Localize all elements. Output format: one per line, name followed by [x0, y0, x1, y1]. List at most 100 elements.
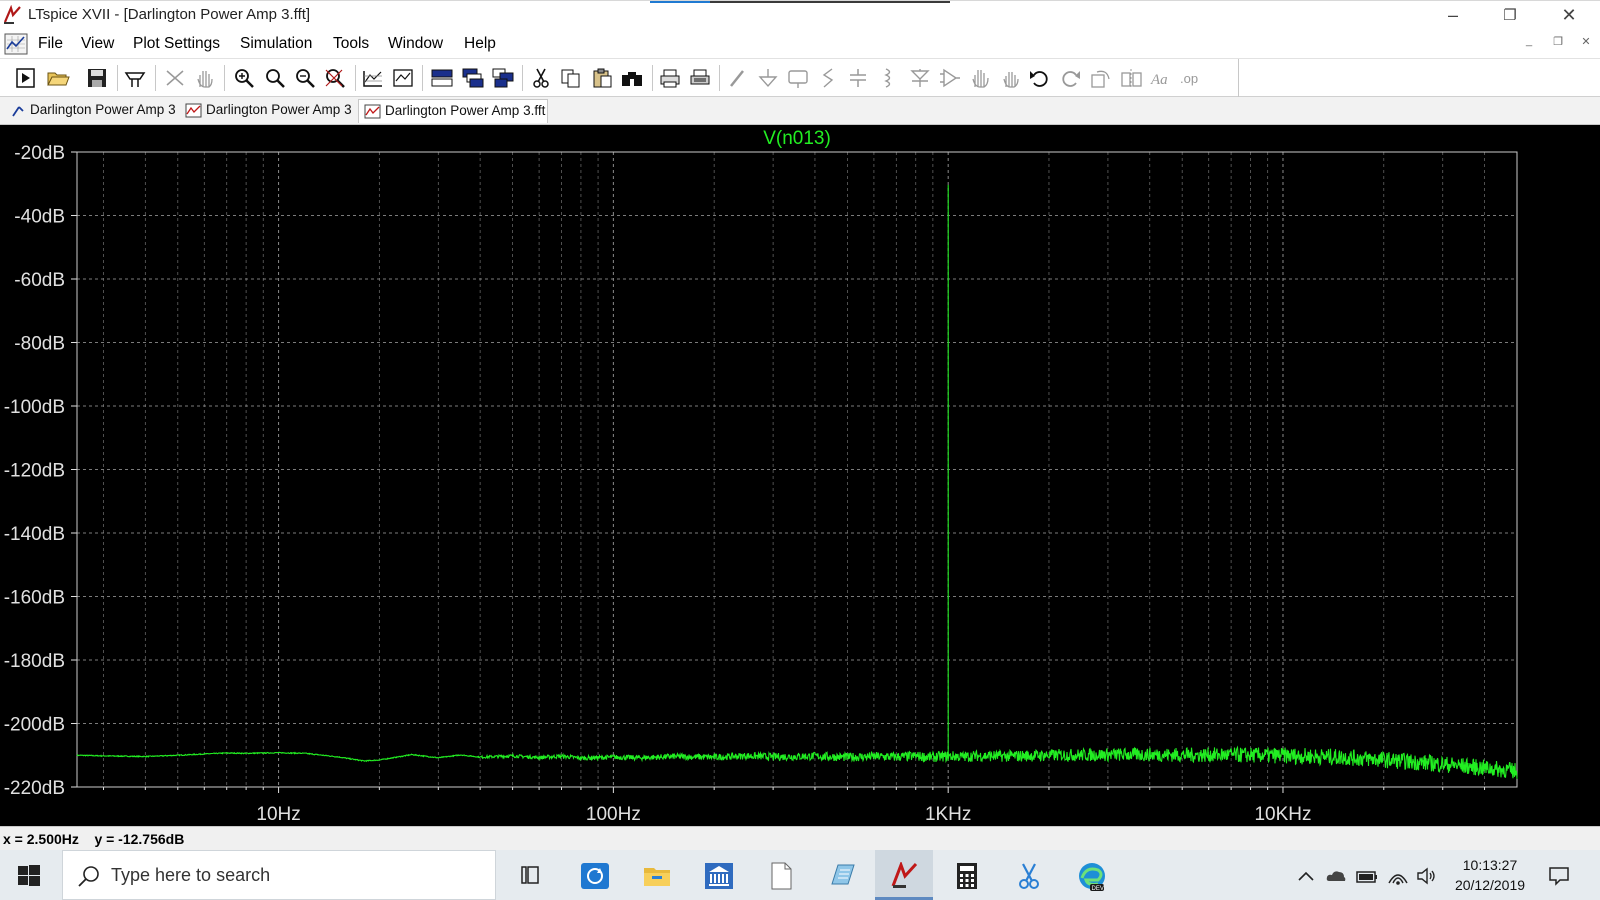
taskbar-app-edge-dev[interactable]: DEV	[1061, 850, 1119, 900]
taskbar-app-document[interactable]	[751, 850, 809, 900]
text-icon[interactable]: Aa	[1149, 67, 1173, 89]
minimize-button[interactable]: –	[1430, 1, 1476, 30]
component-icon[interactable]	[938, 67, 962, 89]
y-tick-label: -200dB	[4, 715, 65, 736]
tab-label: Darlington Power Amp 3	[30, 102, 176, 117]
ground-icon[interactable]	[756, 67, 780, 89]
zoom-fit-icon[interactable]	[323, 67, 347, 89]
menu-simulation[interactable]: Simulation	[240, 35, 312, 53]
snipping-tool-icon	[1019, 863, 1039, 889]
taskbar-app-file-explorer[interactable]	[627, 850, 685, 900]
task-view-icon	[521, 866, 539, 884]
toolbar-separator	[719, 65, 720, 91]
y-tick-label: -140dB	[4, 524, 65, 545]
label-net-icon[interactable]	[786, 67, 810, 89]
new-schematic-icon[interactable]	[14, 67, 38, 89]
x-tick-label: 10KHz	[1254, 804, 1311, 825]
tab-label: Darlington Power Amp 3.fft	[385, 103, 546, 118]
toolbar-edge	[1238, 59, 1239, 97]
onedrive-cloud-icon[interactable]	[1325, 865, 1347, 887]
tab-waveform[interactable]: Darlington Power Amp 3	[180, 99, 354, 123]
manual-limits-icon[interactable]	[391, 67, 415, 89]
save-icon[interactable]	[85, 67, 109, 89]
wifi-icon[interactable]	[1387, 865, 1409, 887]
task-view-button[interactable]	[503, 850, 561, 900]
move-hand-icon[interactable]	[968, 67, 992, 89]
mdi-close-button[interactable]: ✕	[1578, 35, 1594, 48]
redo-icon[interactable]	[1058, 67, 1082, 89]
document-icon[interactable]	[4, 32, 28, 56]
menu-view[interactable]: View	[81, 35, 114, 53]
draw-wire-icon[interactable]	[726, 67, 750, 89]
cut-wire-icon[interactable]	[163, 67, 187, 89]
svg-text:.op: .op	[1180, 71, 1198, 86]
pan-hand-icon[interactable]	[193, 67, 217, 89]
svg-text:Aa: Aa	[1150, 72, 1168, 88]
svg-text:DEV: DEV	[1092, 886, 1104, 892]
toolbar-separator	[522, 65, 523, 91]
zoom-in-icon[interactable]	[263, 67, 287, 89]
fft-plot-canvas[interactable]: -20dB -40dB -60dB -80dB -100dB -120dB -140dB -1…	[0, 125, 1600, 826]
action-center-notification-icon[interactable]	[1548, 865, 1570, 887]
fft-plot[interactable]: -20dB -40dB -60dB -80dB -100dB -120dB -140dB -1…	[0, 125, 1600, 826]
show-hidden-icons-chevron-icon[interactable]	[1295, 865, 1317, 887]
tile-horizontal-icon[interactable]	[461, 67, 485, 89]
menu-tools[interactable]: Tools	[333, 35, 369, 53]
taskbar-app-snipping-tool[interactable]	[999, 850, 1057, 900]
add-plot-pane-icon[interactable]	[430, 67, 454, 89]
find-binoculars-icon[interactable]	[620, 67, 644, 89]
resistor-icon[interactable]	[816, 67, 840, 89]
taskbar-app-notepad[interactable]	[813, 850, 871, 900]
menu-file[interactable]: File	[38, 35, 63, 53]
taskbar-app-bank[interactable]	[689, 850, 747, 900]
taskbar-app-calculator[interactable]	[937, 850, 995, 900]
restore-button[interactable]: ❐	[1487, 1, 1533, 30]
drag-hand-icon[interactable]	[998, 67, 1022, 89]
taskbar-clock[interactable]: 10:13:27 20/12/2019	[1440, 855, 1540, 895]
menu-bar: File View Plot Settings Simulation Tools…	[0, 29, 1600, 59]
print-icon[interactable]	[658, 67, 682, 89]
menu-plot-settings[interactable]: Plot Settings	[133, 35, 220, 53]
tile-vertical-icon[interactable]	[491, 67, 515, 89]
rotate-icon[interactable]	[1089, 67, 1113, 89]
taskbar-app-refresh[interactable]	[565, 850, 623, 900]
window-title: LTspice XVII - [Darlington Power Amp 3.f…	[28, 6, 311, 23]
windows-start-icon[interactable]	[18, 865, 40, 887]
mirror-icon[interactable]	[1119, 67, 1143, 89]
copy-icon[interactable]	[559, 67, 583, 89]
diode-icon[interactable]	[908, 67, 932, 89]
close-button[interactable]: ✕	[1546, 1, 1592, 30]
taskbar-search[interactable]: Type here to search	[62, 850, 496, 900]
autorange-icon[interactable]	[361, 67, 385, 89]
toolbar-separator	[224, 65, 225, 91]
undo-icon[interactable]	[1028, 67, 1052, 89]
cursor-readout: x = 2.500Hz y = -12.756dB	[3, 831, 185, 847]
print-preview-icon[interactable]	[688, 67, 712, 89]
inductor-icon[interactable]	[876, 67, 900, 89]
spice-directive-icon[interactable]: .op	[1179, 67, 1203, 89]
document-tabs: Darlington Power Amp 3 Darlington Power …	[0, 97, 1600, 125]
tab-fft[interactable]: Darlington Power Amp 3.fft	[358, 99, 548, 123]
volume-icon[interactable]	[1416, 865, 1438, 887]
y-tick-label: -100dB	[4, 397, 65, 418]
toolbar-separator	[155, 65, 156, 91]
battery-icon[interactable]	[1356, 865, 1378, 887]
schematic-icon	[12, 106, 24, 117]
taskbar-app-ltspice[interactable]	[875, 850, 933, 900]
paste-icon[interactable]	[590, 67, 614, 89]
capacitor-icon[interactable]	[846, 67, 870, 89]
y-tick-label: -180dB	[4, 651, 65, 672]
cut-scissors-icon[interactable]	[529, 67, 553, 89]
toolbar-separator	[355, 65, 356, 91]
y-tick-label: -220dB	[4, 778, 65, 799]
zoom-area-icon[interactable]	[232, 67, 256, 89]
menu-window[interactable]: Window	[388, 35, 443, 53]
control-panel-icon[interactable]	[123, 67, 147, 89]
menu-help[interactable]: Help	[464, 35, 496, 53]
open-folder-icon[interactable]	[46, 67, 70, 89]
tab-schematic[interactable]: Darlington Power Amp 3	[4, 99, 176, 123]
mdi-restore-button[interactable]: ❐	[1550, 35, 1566, 48]
zoom-out-icon[interactable]	[293, 67, 317, 89]
edge-dev-icon: DEV	[1079, 863, 1105, 892]
mdi-minimize-button[interactable]: _	[1521, 35, 1537, 47]
